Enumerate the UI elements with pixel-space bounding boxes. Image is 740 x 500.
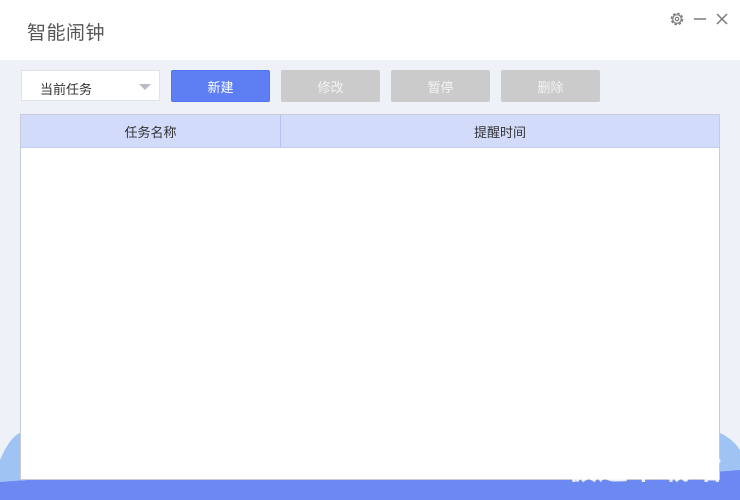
table-body xyxy=(21,148,719,479)
settings-gear-icon[interactable] xyxy=(668,10,686,28)
minimize-icon[interactable] xyxy=(691,10,709,28)
column-header-remind-time[interactable]: 提醒时间 xyxy=(281,115,719,147)
delete-button[interactable]: 删除 xyxy=(501,70,600,102)
task-filter-select[interactable]: 当前任务 xyxy=(21,70,160,101)
title-bar: 智能闹钟 xyxy=(0,0,740,60)
pause-button[interactable]: 暂停 xyxy=(391,70,490,102)
close-icon[interactable] xyxy=(713,10,731,28)
table-header: 任务名称 提醒时间 xyxy=(21,115,719,148)
app-title: 智能闹钟 xyxy=(27,22,106,44)
watermark-logo: 极速下载站 xyxy=(567,452,722,487)
task-filter-value: 当前任务 xyxy=(40,83,93,98)
new-button[interactable]: 新建 xyxy=(171,70,270,102)
task-table: 任务名称 提醒时间 xyxy=(20,114,720,480)
chevron-down-icon xyxy=(139,84,151,90)
column-header-task-name[interactable]: 任务名称 xyxy=(21,115,281,147)
edit-button[interactable]: 修改 xyxy=(281,70,380,102)
